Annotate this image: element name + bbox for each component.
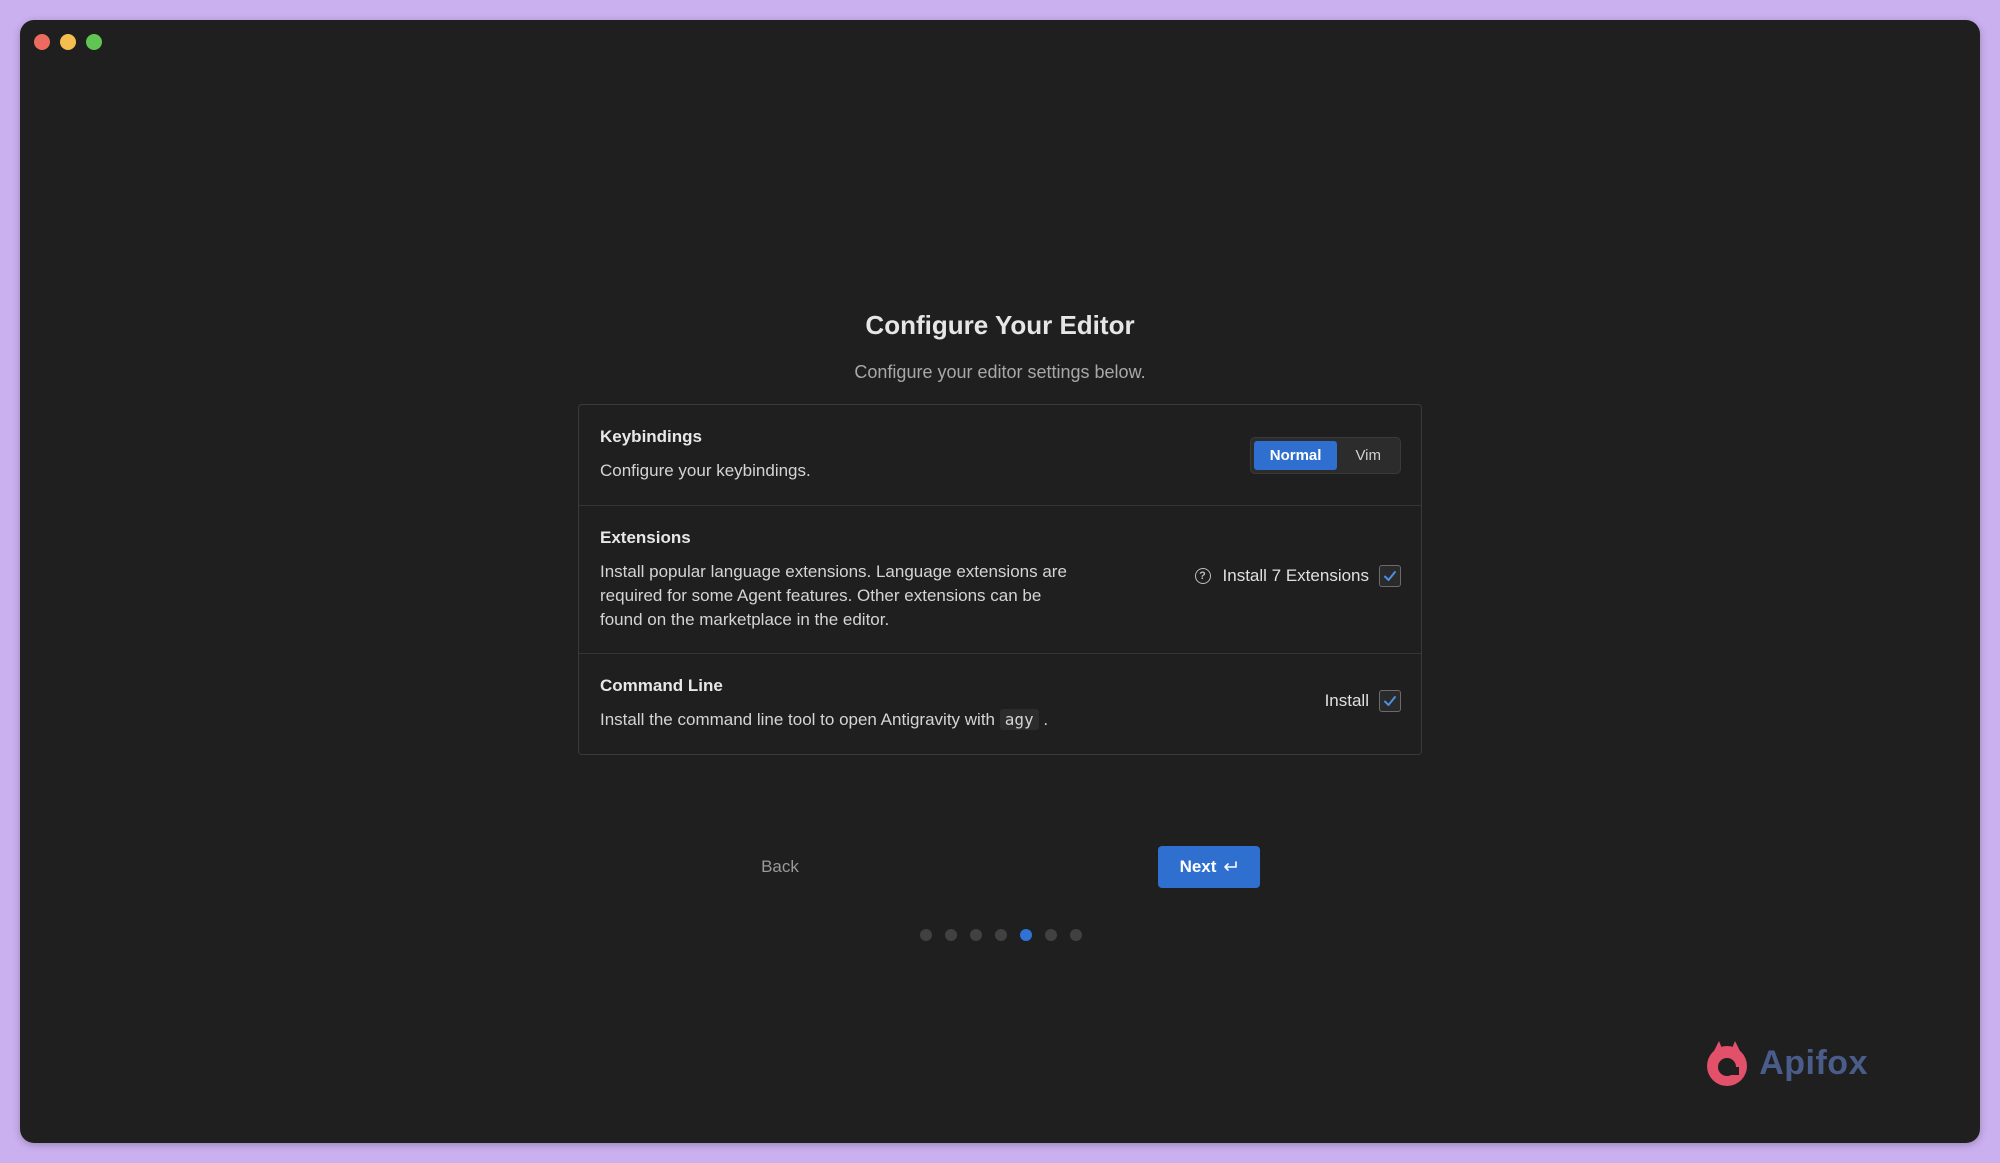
extensions-control: ? Install 7 Extensions bbox=[1194, 565, 1401, 587]
step-dot bbox=[995, 929, 1007, 941]
minimize-window-button[interactable] bbox=[60, 34, 76, 50]
install-extensions-label: Install 7 Extensions bbox=[1222, 566, 1369, 585]
next-button[interactable]: Next bbox=[1158, 846, 1260, 888]
install-extensions-checkbox[interactable] bbox=[1379, 565, 1401, 587]
step-dot bbox=[920, 929, 932, 941]
extensions-description: Install popular language extensions. Lan… bbox=[600, 562, 1067, 629]
next-button-label: Next bbox=[1179, 857, 1217, 876]
page-subtitle: Configure your editor settings below. bbox=[854, 362, 1146, 382]
command-line-description: Install the command line tool to open An… bbox=[600, 708, 1200, 732]
close-window-button[interactable] bbox=[34, 34, 50, 50]
install-cli-checkbox[interactable] bbox=[1379, 690, 1401, 712]
settings-panel: Keybindings Configure your keybindings. … bbox=[578, 404, 1422, 755]
step-dot bbox=[1070, 929, 1082, 941]
maximize-window-button[interactable] bbox=[86, 34, 102, 50]
keybindings-row: Keybindings Configure your keybindings. … bbox=[579, 405, 1421, 506]
command-code: agy bbox=[999, 709, 1039, 730]
traffic-lights bbox=[34, 34, 102, 50]
watermark: Apifox bbox=[1701, 1037, 1868, 1089]
keybinding-option-vim[interactable]: Vim bbox=[1339, 441, 1397, 470]
extensions-row: Extensions Install popular language exte… bbox=[579, 506, 1421, 654]
keybinding-option-normal[interactable]: Normal bbox=[1253, 441, 1338, 470]
command-line-title: Command Line bbox=[600, 676, 723, 695]
app-window: Configure Your Editor Configure your edi… bbox=[20, 20, 1980, 1143]
help-icon[interactable]: ? bbox=[1194, 568, 1211, 584]
install-cli-label: Install bbox=[1324, 691, 1369, 710]
checkmark-icon bbox=[1384, 571, 1396, 581]
step-dot bbox=[945, 929, 957, 941]
step-dot bbox=[970, 929, 982, 941]
page-title: Configure Your Editor bbox=[865, 310, 1135, 340]
step-dot-active bbox=[1020, 929, 1032, 941]
extensions-title: Extensions bbox=[600, 528, 691, 547]
watermark-text: Apifox bbox=[1759, 1043, 1868, 1082]
enter-key-icon bbox=[1224, 861, 1238, 871]
command-line-description-suffix: . bbox=[1043, 710, 1049, 729]
step-indicator bbox=[920, 929, 1082, 941]
apifox-logo-icon bbox=[1707, 1041, 1748, 1086]
keybindings-toggle: Normal Vim bbox=[1249, 437, 1401, 474]
checkmark-icon bbox=[1384, 696, 1396, 706]
command-line-control: Install bbox=[1325, 690, 1401, 712]
command-line-row: Command Line Install the command line to… bbox=[579, 654, 1421, 754]
back-button[interactable]: Back bbox=[720, 846, 840, 888]
step-dot bbox=[1045, 929, 1057, 941]
keybindings-description: Configure your keybindings. bbox=[600, 461, 811, 480]
command-line-description-text: Install the command line tool to open An… bbox=[600, 710, 995, 729]
